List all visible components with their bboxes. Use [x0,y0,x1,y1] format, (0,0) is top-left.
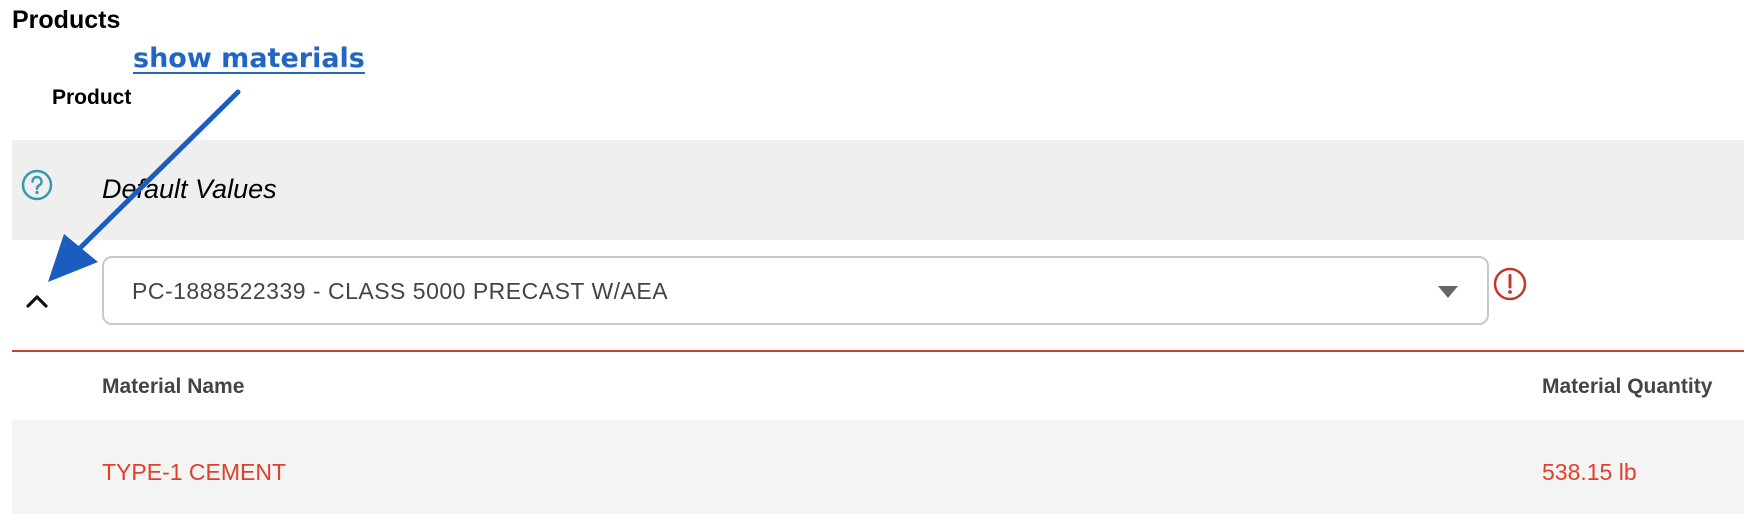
annotation-label: show materials [133,43,365,74]
error-circle-icon [1492,266,1528,302]
material-row: TYPE-1 CEMENT 538.15 lb [12,420,1744,514]
default-values-label: Default Values [102,174,277,204]
product-select[interactable]: PC-1888522339 - CLASS 5000 PRECAST W/AEA [102,256,1489,325]
column-header-material-quantity: Material Quantity [1542,375,1713,398]
column-header-product: Product [52,86,132,109]
materials-table-header: Material Name Material Quantity [12,354,1744,419]
product-row: PC-1888522339 - CLASS 5000 PRECAST W/AEA [12,240,1744,352]
default-values-row: Default Values [12,140,1744,240]
material-quantity: 538.15 lb [1542,459,1637,485]
section-title: Products [12,6,121,34]
material-name: TYPE-1 CEMENT [102,459,287,485]
product-select-value: PC-1888522339 - CLASS 5000 PRECAST W/AEA [132,278,669,304]
help-circle-icon[interactable] [20,168,54,202]
column-header-material-name: Material Name [102,375,245,398]
chevron-up-icon[interactable] [20,284,54,318]
caret-down-icon[interactable] [1437,285,1459,299]
products-page: Products Product Default Values PC-18885… [0,0,1744,514]
